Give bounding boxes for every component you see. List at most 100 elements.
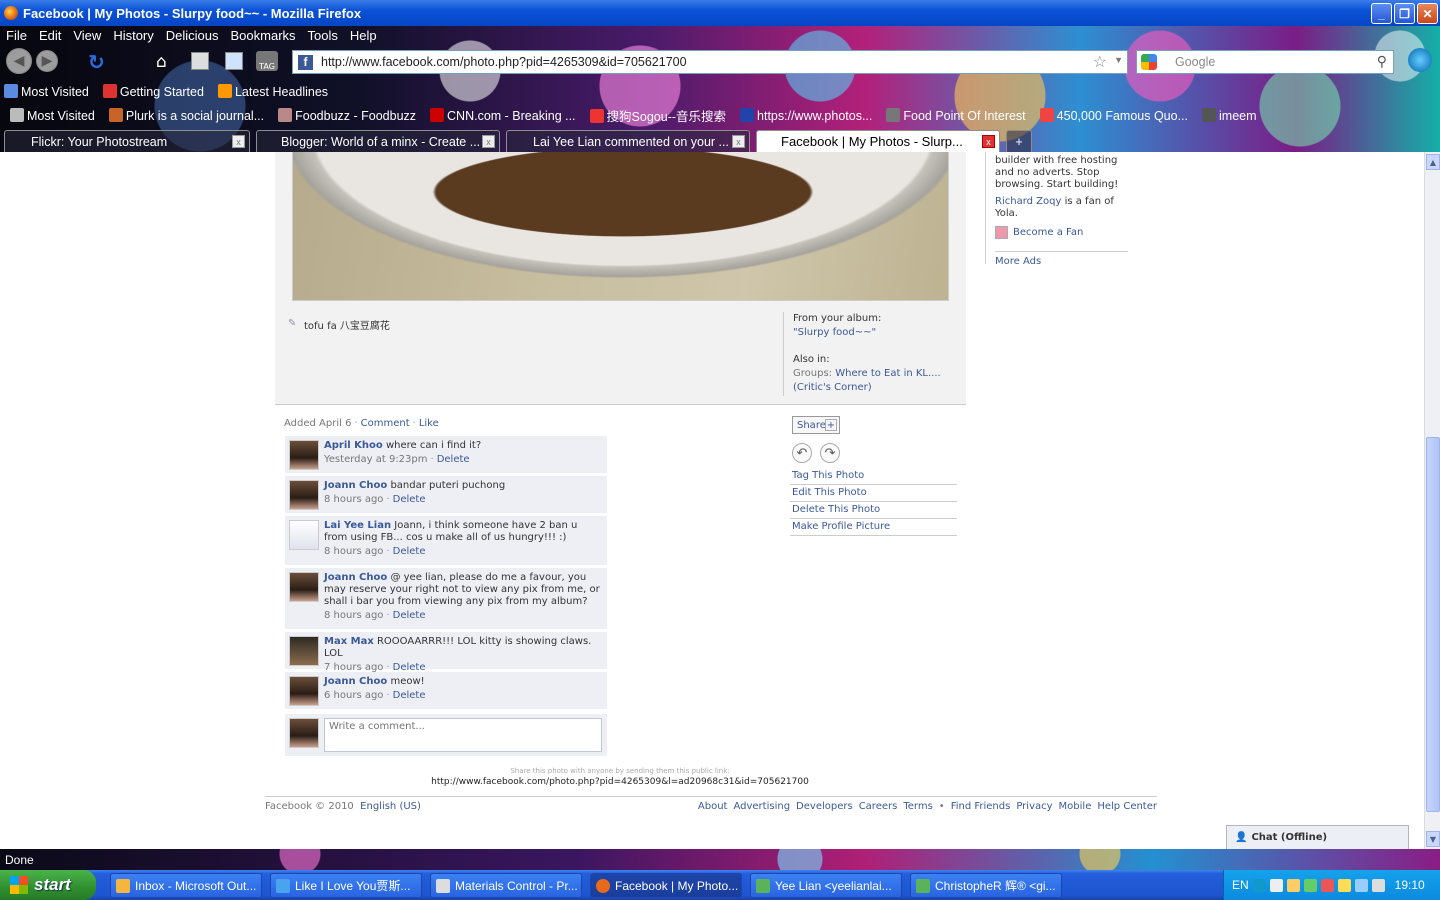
task-ie[interactable]: Like I Love You贾斯...	[270, 873, 422, 898]
footer-help-center[interactable]: Help Center	[1097, 801, 1157, 812]
bookmark-2-most-visited[interactable]: Most Visited	[10, 107, 95, 123]
comment-author[interactable]: April Khoo	[324, 440, 383, 451]
home-icon[interactable]: ⌂	[156, 52, 167, 72]
comment-author[interactable]: Joann Choo	[324, 676, 387, 687]
tray-icon[interactable]	[1269, 878, 1283, 892]
bookmark-page-icon[interactable]	[225, 52, 243, 70]
avatar[interactable]	[289, 572, 319, 602]
food-photo[interactable]	[292, 152, 949, 301]
avatar[interactable]	[289, 520, 319, 550]
avatar[interactable]	[289, 676, 319, 706]
bookmark-plurk[interactable]: Plurk is a social journal...	[108, 107, 264, 123]
task-materials-control[interactable]: Materials Control - Pr...	[430, 873, 582, 898]
footer-advertising[interactable]: Advertising	[733, 801, 790, 812]
scroll-down-icon[interactable]: ▼	[1426, 831, 1440, 847]
bookmark-quotes[interactable]: 450,000 Famous Quo...	[1039, 107, 1188, 123]
tab-flickr[interactable]: Flickr: Your Photostream x	[4, 130, 250, 152]
network-icon[interactable]	[1354, 878, 1368, 892]
bookmark-latest-headlines[interactable]: Latest Headlines	[217, 83, 328, 99]
delete-link[interactable]: Delete	[393, 546, 426, 557]
tag-photo-link[interactable]: Tag This Photo	[790, 468, 957, 485]
language-link[interactable]: English (US)	[360, 801, 421, 812]
delete-link[interactable]: Delete	[437, 454, 470, 465]
tray-arrow-icon[interactable]	[1252, 878, 1266, 892]
menu-edit[interactable]: Edit	[39, 28, 61, 43]
google-icon[interactable]	[1141, 54, 1157, 70]
footer-mobile[interactable]: Mobile	[1059, 801, 1092, 812]
footer-about[interactable]: About	[698, 801, 728, 812]
tab-lai-yee-lian[interactable]: Lai Yee Lian commented on your ... x	[506, 130, 750, 152]
ad-text[interactable]: builder with free hosting and no adverts…	[995, 152, 1128, 191]
bookmark-sogou[interactable]: 搜狗Sogou--音乐搜索	[589, 106, 726, 125]
footer-developers[interactable]: Developers	[796, 801, 853, 812]
menu-bookmarks[interactable]: Bookmarks	[231, 28, 296, 43]
tag-icon[interactable]: TAG	[256, 51, 278, 71]
url-text[interactable]: http://www.facebook.com/photo.php?pid=42…	[321, 55, 687, 69]
group-link-sub[interactable]: (Critic's Corner)	[793, 381, 958, 395]
footer-find-friends[interactable]: Find Friends	[951, 801, 1011, 812]
bookmark-cnn[interactable]: CNN.com - Breaking ...	[430, 107, 576, 123]
volume-icon[interactable]	[1371, 878, 1385, 892]
search-bar[interactable]: Google ⚲	[1136, 50, 1394, 74]
language-indicator[interactable]: EN	[1232, 878, 1249, 892]
like-link[interactable]: Like	[419, 418, 439, 429]
chat-bar[interactable]: 👤 Chat (Offline)	[1226, 825, 1409, 849]
album-link[interactable]: "Slurpy food~~"	[793, 326, 958, 340]
close-button[interactable]: ✕	[1417, 3, 1438, 24]
search-placeholder[interactable]: Google	[1175, 55, 1215, 69]
start-button[interactable]: start	[0, 870, 96, 900]
menu-file[interactable]: File	[6, 28, 27, 43]
mail-icon[interactable]	[1286, 878, 1300, 892]
comment-link[interactable]: Comment	[361, 418, 410, 429]
comment-author[interactable]: Мах Мах	[324, 636, 374, 647]
make-profile-picture-link[interactable]: Make Profile Picture	[790, 519, 957, 536]
task-msn-christopher[interactable]: ChristopheR 辉® <gi...	[910, 873, 1062, 898]
reload-icon[interactable]: ↻	[88, 50, 105, 74]
menu-history[interactable]: History	[113, 28, 153, 43]
task-outlook[interactable]: Inbox - Microsoft Out...	[110, 873, 262, 898]
star-icon[interactable]: ☆	[1093, 52, 1107, 72]
dropdown-icon[interactable]: ▼	[1114, 55, 1123, 65]
footer-terms[interactable]: Terms	[903, 801, 932, 812]
delicious-icon[interactable]	[191, 52, 209, 70]
comment-author[interactable]: Joann Choo	[324, 480, 387, 491]
antivirus-icon[interactable]	[1320, 878, 1334, 892]
become-fan-link[interactable]: Become a Fan	[1013, 227, 1083, 239]
avatar[interactable]	[289, 440, 319, 470]
footer-privacy[interactable]: Privacy	[1016, 801, 1052, 812]
scroll-up-icon[interactable]: ▲	[1426, 154, 1440, 170]
pencil-icon[interactable]: ✎	[288, 318, 298, 329]
menu-tools[interactable]: Tools	[308, 28, 338, 43]
avatar[interactable]	[289, 636, 319, 666]
fan-name-link[interactable]: Richard Zoqy	[995, 196, 1061, 207]
tray-icon-2[interactable]	[1337, 878, 1351, 892]
comment-author[interactable]: Lai Yee Lian	[324, 520, 391, 531]
tab-facebook-active[interactable]: Facebook | My Photos - Slurp... x	[756, 130, 1000, 152]
chat-label[interactable]: Chat (Offline)	[1251, 832, 1327, 843]
tab-close-icon[interactable]: x	[732, 135, 745, 148]
bookmark-getting-started[interactable]: Getting Started	[102, 83, 204, 99]
bookmark-foodbuzz[interactable]: Foodbuzz - Foodbuzz	[278, 107, 416, 123]
rotate-left-icon[interactable]: ↶	[792, 443, 812, 463]
bookmark-most-visited[interactable]: Most Visited	[4, 83, 89, 99]
avatar[interactable]	[289, 480, 319, 510]
tab-close-icon[interactable]: x	[232, 135, 245, 148]
delete-photo-link[interactable]: Delete This Photo	[790, 502, 957, 519]
bookmark-imeem[interactable]: imeem	[1202, 107, 1257, 123]
share-plus-icon[interactable]: +	[825, 419, 837, 431]
delete-link[interactable]: Delete	[393, 610, 426, 621]
comment-input[interactable]	[324, 718, 602, 752]
share-button[interactable]: Share +	[792, 416, 840, 434]
tab-close-icon[interactable]: x	[482, 135, 495, 148]
group-link[interactable]: Where to Eat in KL....	[835, 368, 941, 379]
msn-tray-icon[interactable]	[1303, 878, 1317, 892]
tab-blogger[interactable]: Blogger: World of a minx - Create ... x	[256, 130, 500, 152]
task-firefox[interactable]: Facebook | My Photo...	[590, 873, 742, 898]
vertical-scrollbar[interactable]: ▲ ▼	[1424, 152, 1440, 849]
menu-view[interactable]: View	[73, 28, 101, 43]
back-icon[interactable]: ◀	[6, 48, 32, 74]
menu-help[interactable]: Help	[350, 28, 377, 43]
scroll-thumb[interactable]	[1426, 437, 1440, 812]
maximize-button[interactable]: ❐	[1394, 3, 1415, 24]
forward-icon[interactable]: ▶	[36, 50, 58, 72]
